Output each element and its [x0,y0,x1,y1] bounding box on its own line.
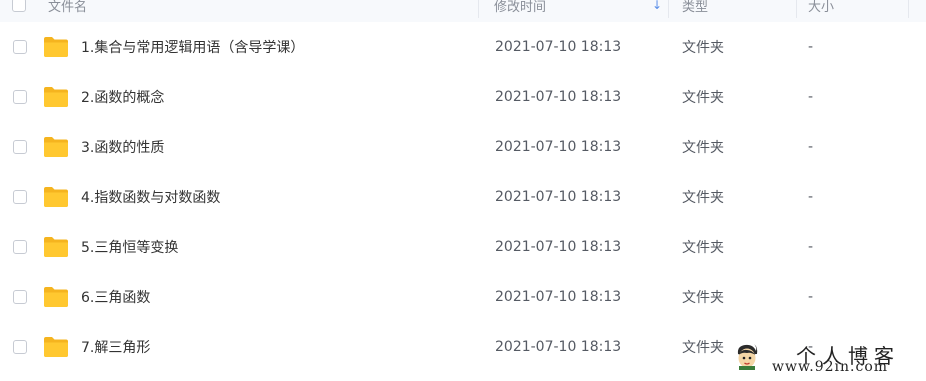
file-type: 文件夹 [682,290,724,306]
file-size: - [808,289,814,305]
file-row[interactable]: 5.三角恒等变换 2021-07-10 18:13 文件夹 - [0,222,926,272]
folder-icon [43,22,69,72]
row-checkbox[interactable] [13,272,27,322]
file-type: 文件夹 [682,90,724,106]
file-row[interactable]: 6.三角函数 2021-07-10 18:13 文件夹 - [0,272,926,322]
file-row[interactable]: 3.函数的性质 2021-07-10 18:13 文件夹 - [0,122,926,172]
file-modified-time: 2021-07-10 18:13 [495,39,622,55]
file-size: - [808,139,814,155]
file-modified-time: 2021-07-10 18:13 [495,239,622,255]
file-size: - [808,39,814,55]
folder-icon [43,272,69,322]
row-checkbox[interactable] [13,122,27,172]
folder-icon [43,72,69,122]
file-name-link[interactable]: 1.集合与常用逻辑用语（含导学课） [81,22,304,72]
file-name-link[interactable]: 3.函数的性质 [81,122,164,172]
file-modified-time: 2021-07-10 18:13 [495,139,622,155]
file-type: 文件夹 [682,340,724,356]
file-list-header: 文件名 修改时间 ↓ 类型 大小 [0,0,926,22]
sort-arrow-icon[interactable]: ↓ [652,0,662,22]
watermark-url: www.92in.com [772,359,889,375]
folder-icon [43,172,69,222]
row-checkbox[interactable] [13,322,27,372]
column-header-type[interactable]: 类型 [682,0,708,22]
mascot-face-icon [735,342,759,370]
file-name-link[interactable]: 6.三角函数 [81,272,150,322]
select-all-checkbox[interactable] [12,0,26,22]
file-modified-time: 2021-07-10 18:13 [495,89,622,105]
file-type: 文件夹 [682,40,724,56]
file-list: 1.集合与常用逻辑用语（含导学课） 2021-07-10 18:13 文件夹 -… [0,22,926,372]
watermark: 个人博客 www.92in.com [730,332,926,381]
file-type: 文件夹 [682,140,724,156]
file-modified-time: 2021-07-10 18:13 [495,289,622,305]
file-size: - [808,89,814,105]
file-name-link[interactable]: 5.三角恒等变换 [81,222,178,272]
column-divider[interactable] [908,0,909,18]
file-modified-time: 2021-07-10 18:13 [495,339,622,355]
folder-icon [43,322,69,372]
file-type: 文件夹 [682,190,724,206]
file-name-link[interactable]: 7.解三角形 [81,322,150,372]
column-header-size[interactable]: 大小 [808,0,834,22]
column-header-modified[interactable]: 修改时间 [494,0,546,22]
file-size: - [808,239,814,255]
file-name-link[interactable]: 4.指数函数与对数函数 [81,172,220,222]
file-row[interactable]: 1.集合与常用逻辑用语（含导学课） 2021-07-10 18:13 文件夹 - [0,22,926,72]
row-checkbox[interactable] [13,22,27,72]
column-divider[interactable] [668,0,669,18]
column-header-name[interactable]: 文件名 [48,0,87,22]
folder-icon [43,222,69,272]
row-checkbox[interactable] [13,72,27,122]
file-size: - [808,189,814,205]
file-modified-time: 2021-07-10 18:13 [495,189,622,205]
folder-icon [43,122,69,172]
column-divider[interactable] [796,0,797,18]
file-name-link[interactable]: 2.函数的概念 [81,72,164,122]
column-divider[interactable] [478,0,479,18]
file-row[interactable]: 4.指数函数与对数函数 2021-07-10 18:13 文件夹 - [0,172,926,222]
file-list-page: 文件名 修改时间 ↓ 类型 大小 1.集合与常用逻辑用语（含导学课） 2021-… [0,0,926,381]
row-checkbox[interactable] [13,172,27,222]
row-checkbox[interactable] [13,222,27,272]
file-row[interactable]: 2.函数的概念 2021-07-10 18:13 文件夹 - [0,72,926,122]
file-type: 文件夹 [682,240,724,256]
